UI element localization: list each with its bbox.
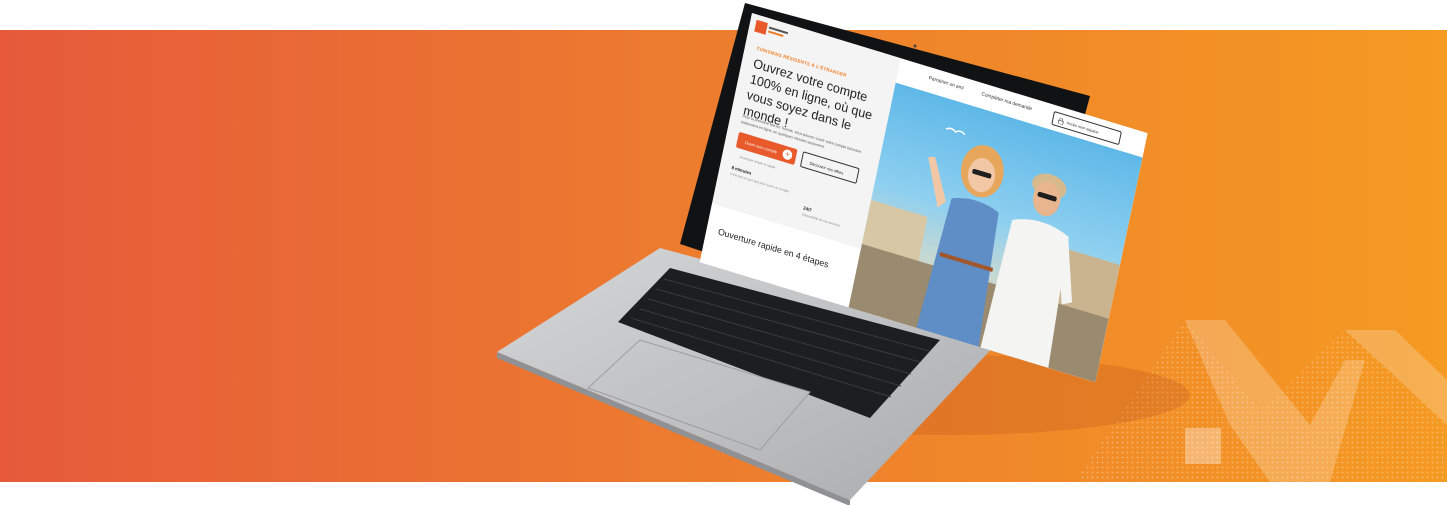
- lock-icon: [1057, 118, 1064, 126]
- account-access-label: Accès mon espace: [1066, 120, 1100, 135]
- plus-icon: +: [781, 148, 794, 162]
- nav-refer-friend[interactable]: Parrainer un ami: [928, 75, 964, 91]
